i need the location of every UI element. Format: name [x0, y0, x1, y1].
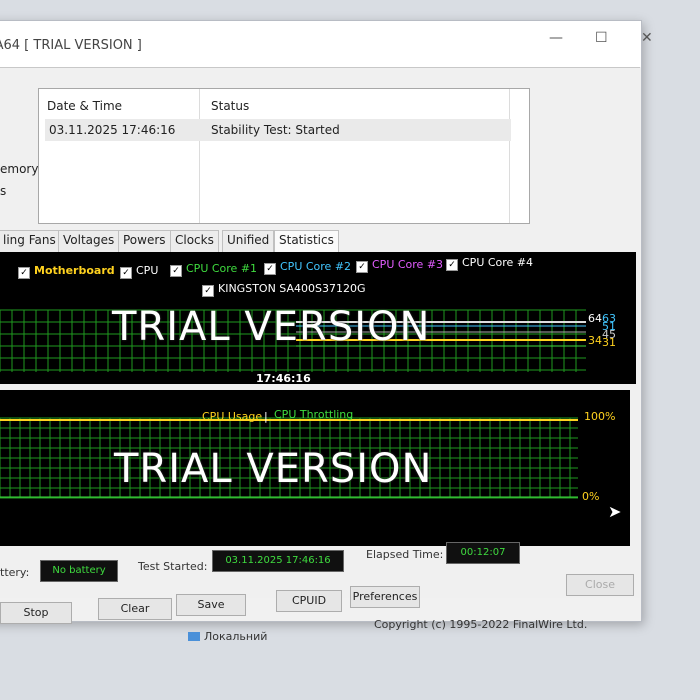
checkbox-icon[interactable]: ✓ [446, 259, 458, 271]
usage-min-label: 0% [582, 490, 600, 503]
status-table: Date & Time Status 03.11.2025 17:46:16 S… [38, 88, 530, 224]
test-started-value: 03.11.2025 17:46:16 [212, 550, 344, 572]
stop-button[interactable]: Stop [0, 602, 72, 624]
legend-motherboard[interactable]: ✓ Motherboard [18, 264, 115, 279]
usage-max-label: 100% [584, 410, 616, 423]
row-status: Stability Test: Started [211, 123, 340, 137]
legend-separator: | [264, 410, 268, 423]
preferences-button[interactable]: Preferences [350, 586, 420, 608]
legend-label: CPU [136, 264, 159, 277]
checkbox-icon[interactable]: ✓ [18, 267, 30, 279]
legend-cpu-usage: CPU Usage [202, 410, 263, 423]
minimize-icon[interactable]: — [549, 30, 563, 46]
close-button[interactable]: Close [566, 574, 634, 596]
maximize-icon[interactable]: ☐ [595, 30, 608, 46]
test-started-label: Test Started: [138, 560, 208, 573]
taskbar-label: Локальний [204, 630, 268, 643]
legend-label: CPU Core #2 [280, 260, 352, 273]
legend-cpu-core-4[interactable]: ✓ CPU Core #4 [446, 256, 533, 271]
legend-cpu-core-1[interactable]: ✓ CPU Core #1 [170, 262, 257, 277]
side-label-s: s [0, 184, 7, 198]
checkbox-icon[interactable]: ✓ [356, 261, 368, 273]
legend-label: KINGSTON SA400S37120G [218, 282, 366, 295]
checkbox-icon[interactable]: ✓ [120, 267, 132, 279]
close-icon[interactable]: ✕ [641, 30, 653, 46]
legend-cpu-core-2[interactable]: ✓ CPU Core #2 [264, 260, 351, 275]
legend-cpu-throttling: CPU Throttling [274, 408, 354, 421]
side-label-memory: emory [0, 162, 39, 176]
copyright-text: Copyright (c) 1995-2022 FinalWire Ltd. [374, 618, 588, 631]
cpuid-button[interactable]: CPUID [276, 590, 342, 612]
battery-label: ttery: [0, 566, 30, 579]
legend-label: CPU Core #3 [372, 258, 444, 271]
legend-cpu[interactable]: ✓ CPU [120, 264, 158, 279]
legend-label: Motherboard [34, 264, 115, 277]
title-bar[interactable]: IDA64 [ TRIAL VERSION ] — ☐ ✕ [0, 21, 653, 67]
header-datetime[interactable]: Date & Time [47, 99, 122, 113]
readout-31: 31 [602, 336, 616, 349]
column-separator [509, 89, 510, 223]
legend-kingston[interactable]: ✓ KINGSTON SA400S37120G [202, 282, 366, 297]
readout-64: 64 [588, 312, 602, 325]
taskbar-item[interactable]: Локальний [188, 630, 267, 643]
legend-cpu-core-3[interactable]: ✓ CPU Core #3 [356, 258, 443, 273]
elapsed-value: 00:12:07 [446, 542, 520, 564]
legend-label: CPU Core #1 [186, 262, 258, 275]
header-status[interactable]: Status [211, 99, 249, 113]
save-button[interactable]: Save [176, 594, 246, 616]
temperature-graph: ✓ Motherboard ✓ CPU ✓ CPU Core #1 ✓ CPU Core… [0, 252, 636, 384]
readout-34: 34 [588, 334, 602, 347]
row-datetime: 03.11.2025 17:46:16 [49, 123, 176, 137]
window-title: IDA64 [ TRIAL VERSION ] [0, 38, 142, 53]
trial-watermark: TRIAL VERSION [112, 304, 431, 350]
battery-value: No battery [40, 560, 118, 582]
mouse-cursor-icon: ➤ [608, 502, 622, 521]
time-label: 17:46:16 [256, 372, 311, 384]
cpu-usage-graph: CPU Usage | CPU Throttling 100% 0% TRIAL… [0, 390, 630, 546]
folder-icon [188, 632, 200, 641]
legend-label: CPU Core #4 [462, 256, 534, 269]
checkbox-icon[interactable]: ✓ [170, 265, 182, 277]
clear-button[interactable]: Clear [98, 598, 172, 620]
trial-watermark: TRIAL VERSION [114, 446, 433, 492]
column-separator [199, 89, 200, 223]
checkbox-icon[interactable]: ✓ [264, 263, 276, 275]
checkbox-icon[interactable]: ✓ [202, 285, 214, 297]
elapsed-label: Elapsed Time: [366, 548, 444, 561]
